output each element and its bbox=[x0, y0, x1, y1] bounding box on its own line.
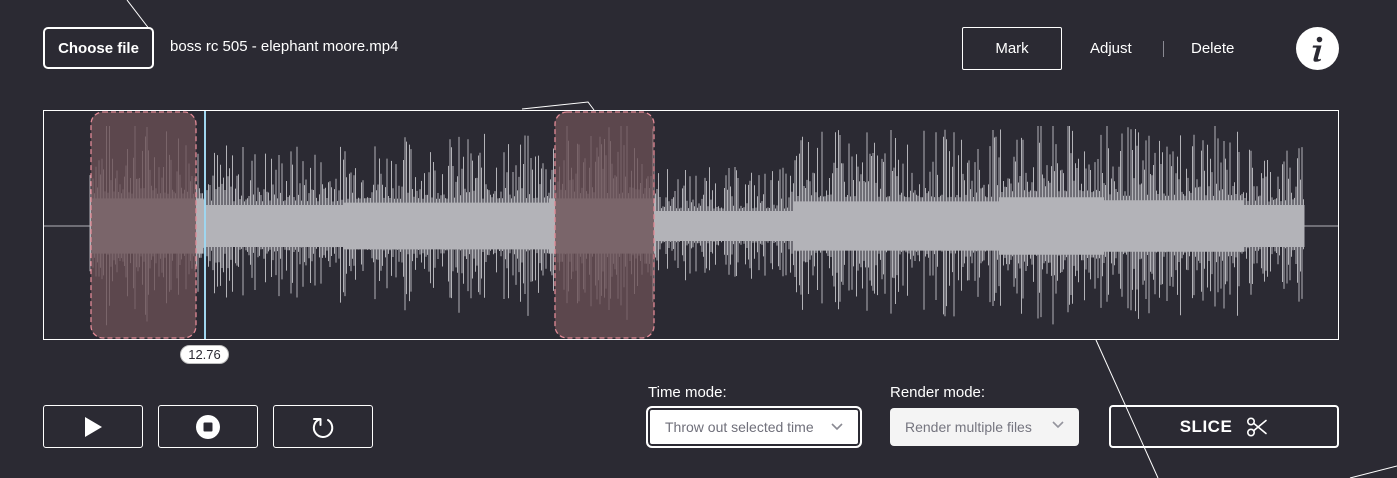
selection-region[interactable] bbox=[90, 111, 197, 339]
reset-button[interactable] bbox=[273, 405, 373, 448]
mark-mode-button[interactable]: Mark bbox=[962, 27, 1062, 70]
time-mode-value: Throw out selected time bbox=[665, 419, 814, 435]
waveform-panel[interactable] bbox=[43, 110, 1339, 340]
mode-divider bbox=[1163, 41, 1164, 57]
delete-mode-button[interactable]: Delete bbox=[1191, 40, 1234, 57]
render-mode-select[interactable]: Render multiple files bbox=[890, 408, 1079, 446]
slice-label: SLICE bbox=[1179, 416, 1233, 436]
chevron-down-icon bbox=[1052, 421, 1064, 429]
info-button[interactable] bbox=[1296, 27, 1339, 70]
time-mode-label: Time mode: bbox=[648, 384, 727, 401]
chevron-down-icon bbox=[831, 423, 843, 431]
render-mode-value: Render multiple files bbox=[905, 419, 1032, 435]
play-icon bbox=[85, 416, 102, 437]
waveform-canvas[interactable] bbox=[44, 111, 1339, 340]
reset-icon bbox=[312, 417, 334, 438]
render-mode-label: Render mode: bbox=[890, 384, 986, 401]
file-name: boss rc 505 - elephant moore.mp4 bbox=[170, 38, 399, 55]
play-button[interactable] bbox=[43, 405, 143, 448]
time-mode-select[interactable]: Throw out selected time bbox=[647, 407, 861, 447]
choose-file-button[interactable]: Choose file bbox=[43, 27, 154, 69]
waveform-shape bbox=[89, 126, 1305, 326]
info-icon bbox=[1312, 36, 1323, 62]
app-stage: Choose file boss rc 505 - elephant moore… bbox=[0, 0, 1397, 478]
selection-region[interactable] bbox=[554, 111, 655, 339]
scissors-icon bbox=[1247, 416, 1268, 437]
playhead-time-label: 12.76 bbox=[180, 345, 229, 364]
stop-button[interactable] bbox=[158, 405, 258, 448]
slice-button[interactable]: SLICE bbox=[1109, 405, 1339, 448]
adjust-mode-button[interactable]: Adjust bbox=[1090, 40, 1132, 57]
stop-icon bbox=[196, 414, 220, 439]
